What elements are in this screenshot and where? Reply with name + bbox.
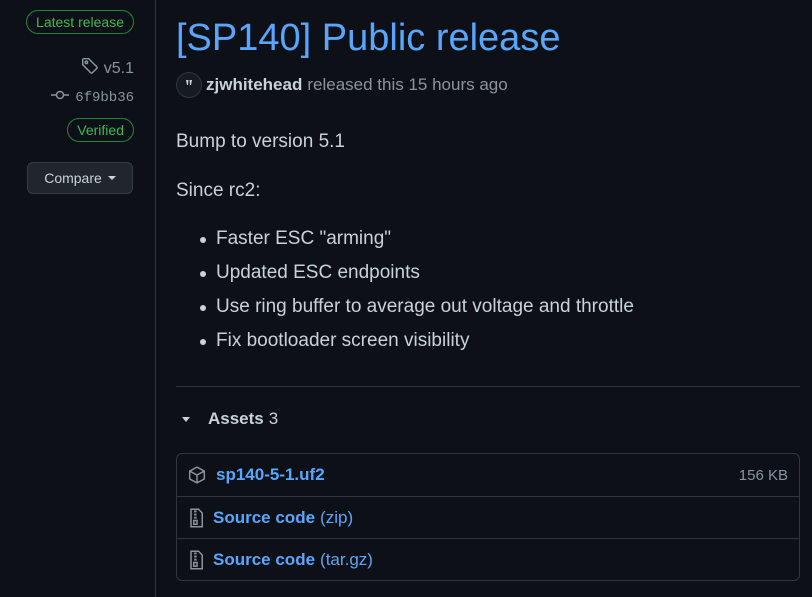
assets-toggle[interactable]: Assets 3 [176,409,278,429]
asset-row[interactable]: sp140-5-1.uf2 156 KB [177,454,799,496]
assets-title: Assets [208,409,264,428]
list-item: Fix bootloader screen visibility [200,324,634,358]
asset-extension[interactable]: (tar.gz) [320,550,373,570]
commit-link[interactable]: 6f9bb36 [51,89,134,106]
release-notes-line: Bump to version 5.1 [176,131,345,152]
tag-icon [81,57,99,80]
asset-row[interactable]: Source code (zip) [177,496,799,538]
asset-download-link[interactable]: sp140-5-1.uf2 [216,465,325,485]
source-code-zip-link[interactable]: Source code [213,508,315,528]
tag-label: v5.1 [103,59,134,77]
latest-release-badge: Latest release [26,10,134,34]
release-tag[interactable]: v5.1 [81,57,134,80]
git-commit-icon [51,89,70,106]
asset-row[interactable]: Source code (tar.gz) [177,538,799,580]
compare-button[interactable]: Compare [27,162,133,194]
list-item: Use ring buffer to average out voltage a… [200,290,634,324]
assets-count: 3 [268,409,279,428]
compare-label: Compare [44,170,102,186]
release-title[interactable]: [SP140] Public release [176,16,560,60]
divider [176,386,800,387]
source-code-targz-link[interactable]: Source code [213,550,315,570]
release-notes-line: Since rc2: [176,180,261,201]
file-zip-icon [188,508,208,528]
release-sidebar: Latest release v5.1 6f9bb36 Verified Com… [0,0,156,597]
assets-list: sp140-5-1.uf2 156 KB Source code (zip) S… [176,453,800,581]
package-icon [188,466,208,484]
triangle-down-icon [182,416,190,422]
list-item: Updated ESC endpoints [200,256,634,290]
asset-size: 156 KB [738,466,788,484]
chevron-down-icon [107,176,116,180]
author-link[interactable]: zjwhitehead [206,75,302,95]
release-timestamp: released this 15 hours ago [307,75,508,94]
avatar[interactable] [176,72,202,98]
release-notes-list: Faster ESC "arming" Updated ESC endpoint… [176,222,634,358]
file-zip-icon [188,550,208,570]
commit-sha: 6f9bb36 [75,89,134,106]
asset-extension[interactable]: (zip) [320,508,353,528]
release-byline: zjwhitehead released this 15 hours ago [176,72,508,98]
list-item: Faster ESC "arming" [200,222,634,256]
verified-badge[interactable]: Verified [67,118,134,142]
